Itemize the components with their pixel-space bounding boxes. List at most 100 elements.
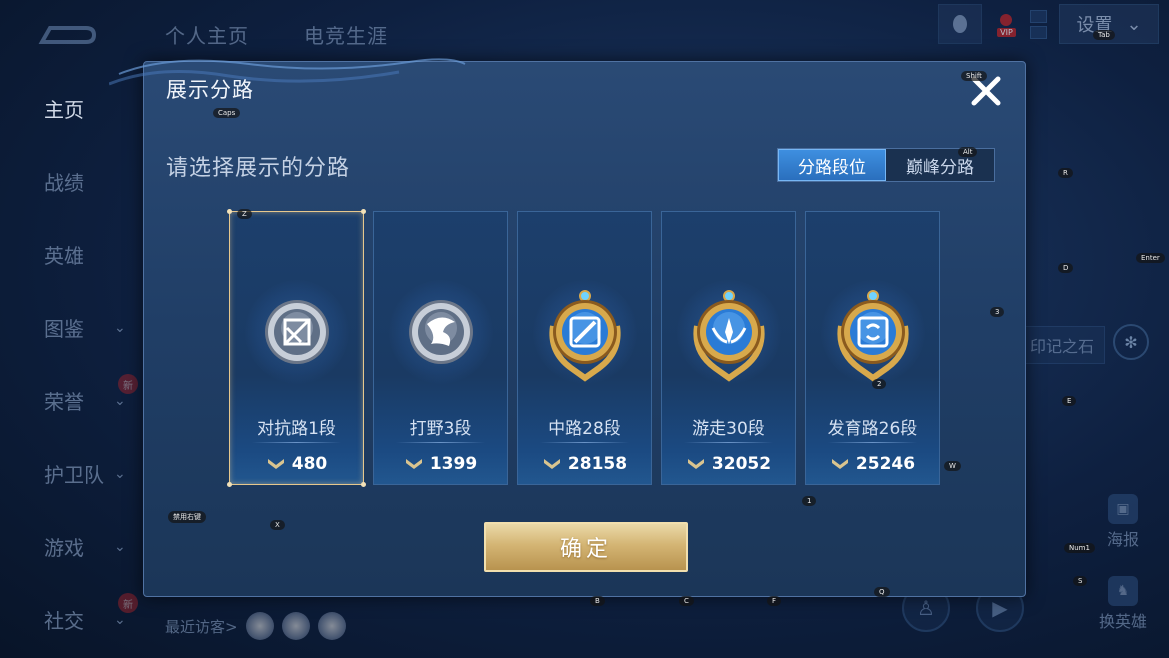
- toggle-peak-lane[interactable]: 巅峰分路: [886, 149, 994, 181]
- modal-title: 展示分路: [166, 78, 254, 102]
- keyboard-hint-badge: 1: [802, 496, 817, 506]
- avatar[interactable]: [317, 612, 346, 640]
- profile-top-tabs: 个人主页 电竞生涯: [165, 20, 388, 49]
- lane-score-value: 32052: [711, 454, 772, 474]
- sidebar-item[interactable]: 图鉴 ⌄: [0, 291, 140, 364]
- keyboard-hint-badge: 2: [872, 379, 887, 389]
- keyboard-hint-badge: R: [1058, 168, 1073, 178]
- sidebar-item-label: 英雄: [44, 244, 84, 268]
- sidebar-item[interactable]: 主页: [0, 72, 140, 145]
- lane-rank-label: 对抗路1段: [257, 419, 336, 439]
- lane-card[interactable]: 发育路26段 25246: [805, 211, 940, 485]
- keyboard-hint-badge: Caps: [213, 108, 241, 118]
- recent-visitors-label: 最近访客>: [165, 617, 238, 636]
- selection-corner-dot: [227, 482, 232, 487]
- qq-button[interactable]: [938, 4, 983, 44]
- chevron-score-icon: [687, 459, 704, 469]
- lane-score-value: 1399: [429, 454, 478, 474]
- change-hero-label: 换英雄: [1098, 612, 1147, 631]
- sidebar-item-label: 主页: [44, 98, 84, 122]
- keyboard-hint-badge: C: [679, 596, 694, 606]
- poster-button[interactable]: ▣ 海报: [1097, 494, 1149, 550]
- notice-line-1: [1030, 9, 1047, 23]
- roam-emblem-gold-icon: [679, 282, 779, 382]
- recent-visitors[interactable]: 最近访客>: [165, 612, 346, 640]
- chevron-score-icon: [831, 459, 848, 469]
- poster-icon: ▣: [1108, 494, 1138, 524]
- keyboard-hint-badge: Z: [237, 209, 252, 219]
- change-hero-button[interactable]: ♞ 换英雄: [1097, 576, 1149, 632]
- mark-stone-widget[interactable]: 印记之石: [1018, 326, 1105, 364]
- keyboard-hint-badge: F: [767, 596, 782, 606]
- lane-card[interactable]: 游走30段 32052: [661, 211, 796, 485]
- avatar[interactable]: [281, 612, 310, 640]
- card-divider: [252, 442, 341, 443]
- lane-rank-label: 打野3段: [409, 419, 472, 439]
- chevron-down-icon: ⌄: [1126, 13, 1142, 35]
- card-divider: [396, 442, 485, 443]
- lane-rank-label: 游走30段: [692, 419, 765, 439]
- poster-label: 海报: [1106, 530, 1139, 549]
- header-wave-decoration: [109, 58, 466, 86]
- chevron-score-icon: [267, 459, 284, 469]
- left-navigation: 主页战绩英雄图鉴 ⌄ 荣誉 ⌄ 新护卫队 ⌄ 游戏 ⌄ 社交 ⌄ 新: [0, 72, 140, 656]
- notice-line-2: [1030, 25, 1047, 39]
- change-hero-icon: ♞: [1108, 576, 1138, 606]
- back-button[interactable]: [36, 18, 98, 52]
- keyboard-hint-badge: Alt: [958, 147, 978, 157]
- lane-rank-label: 中路28段: [548, 419, 621, 439]
- new-badge: 新: [118, 593, 138, 613]
- sidebar-item[interactable]: 社交 ⌄ 新: [0, 583, 140, 656]
- chevron-down-icon: ⌄: [114, 465, 126, 482]
- avatar[interactable]: [245, 612, 274, 640]
- vip-crown-icon: [1000, 13, 1013, 26]
- lane-score: 25246: [806, 454, 939, 474]
- sidebar-item[interactable]: 护卫队 ⌄: [0, 437, 140, 510]
- keyboard-hint-badge: X: [270, 520, 285, 530]
- vip-badge[interactable]: VIP: [994, 6, 1018, 42]
- penguin-icon: [953, 15, 968, 33]
- lane-card-list: 对抗路1段 480 打野3段 1399 中路28段 28158 游走30段 32052 发育路2…: [227, 209, 940, 487]
- sidebar-item[interactable]: 战绩: [0, 145, 140, 218]
- modal-subtitle: 请选择展示的分路: [166, 156, 351, 181]
- keyboard-hint-badge: 禁用右键: [168, 511, 206, 523]
- lane-card[interactable]: 打野3段 1399: [373, 211, 508, 485]
- lane-card[interactable]: 中路28段 28158: [517, 211, 652, 485]
- mid-lane-emblem-gold-icon: [535, 282, 635, 382]
- selection-corner-dot: [361, 209, 366, 214]
- keyboard-hint-badge: Tab: [1093, 30, 1115, 40]
- keyboard-hint-badge: B: [590, 596, 605, 606]
- lane-score: 1399: [374, 454, 507, 474]
- keyboard-hint-badge: Q: [874, 587, 890, 597]
- lane-score-value: 28158: [567, 454, 628, 474]
- new-badge: 新: [118, 374, 138, 394]
- toggle-lane-rank[interactable]: 分路段位: [778, 149, 886, 181]
- top-right-bar: VIP 设置 ⌄: [938, 0, 1169, 48]
- lane-rank-label: 发育路26段: [827, 419, 918, 439]
- vip-label: VIP: [997, 27, 1016, 37]
- card-divider: [540, 442, 629, 443]
- keyboard-hint-badge: Shift: [961, 71, 987, 81]
- keyboard-hint-badge: D: [1058, 263, 1074, 273]
- sidebar-item[interactable]: 荣誉 ⌄ 新: [0, 364, 140, 437]
- chevron-down-icon: ⌄: [114, 319, 126, 336]
- lane-display-modal: 展示分路 请选择展示的分路 分路段位 巅峰分路 对抗路1段 480 打野3段 1399…: [109, 58, 1026, 597]
- lane-score: 28158: [518, 454, 651, 474]
- tab-esports-career[interactable]: 电竞生涯: [304, 20, 388, 49]
- tab-personal-home[interactable]: 个人主页: [165, 20, 249, 49]
- confirm-button[interactable]: 确定: [484, 522, 688, 572]
- sidebar-item[interactable]: 英雄: [0, 218, 140, 291]
- lane-score-value: 25246: [855, 454, 916, 474]
- keyboard-hint-badge: S: [1073, 576, 1088, 586]
- card-divider: [828, 442, 917, 443]
- sidebar-item-label: 图鉴: [44, 317, 84, 341]
- sidebar-item[interactable]: 游戏 ⌄: [0, 510, 140, 583]
- sidebar-item-label: 战绩: [44, 171, 84, 195]
- play-icon: ▶: [992, 596, 1008, 620]
- clash-lane-emblem-silver-icon: [247, 282, 347, 382]
- snowflake-icon[interactable]: ✻: [1113, 324, 1149, 360]
- figure-icon: ♙: [917, 596, 935, 620]
- chevron-down-icon: ⌄: [114, 538, 126, 555]
- lane-card[interactable]: 对抗路1段 480: [227, 209, 366, 487]
- jungle-emblem-silver-icon: [391, 282, 491, 382]
